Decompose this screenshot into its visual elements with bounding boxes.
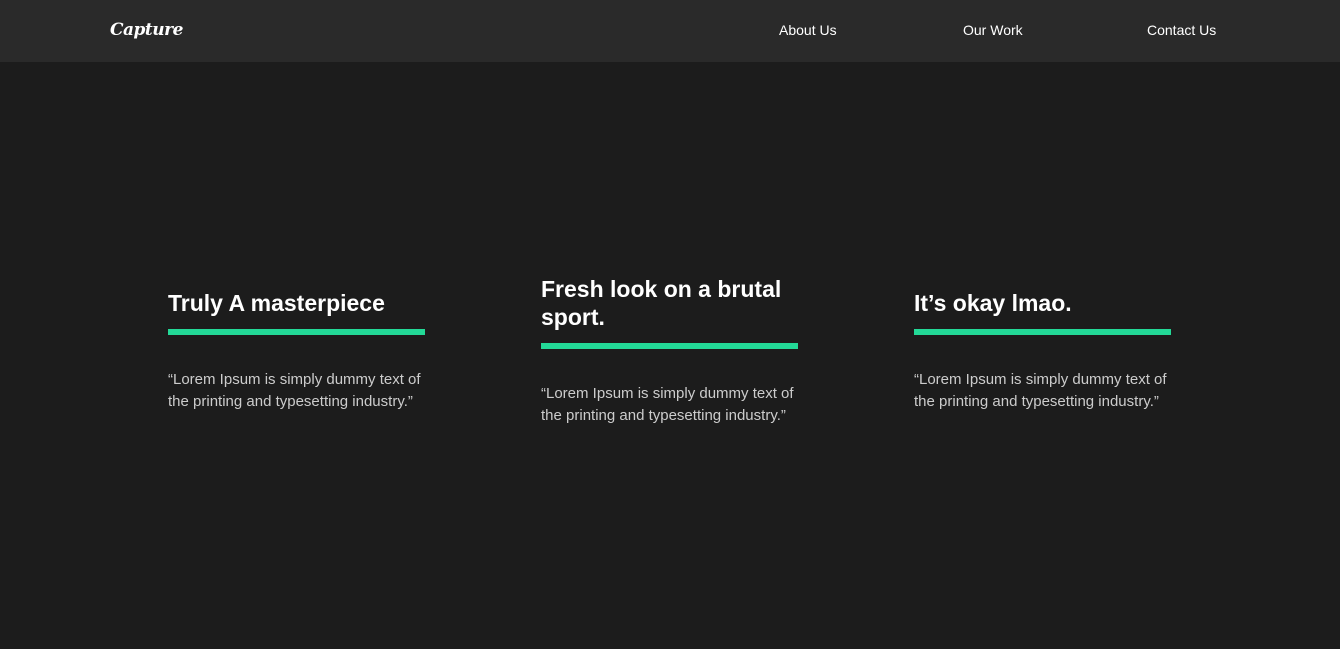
review-text: “Lorem Ipsum is simply dummy text of the… (541, 385, 794, 424)
review-card: It’s okay lmao. “Lorem Ipsum is simply d… (914, 289, 1171, 413)
nav-link-about-us[interactable]: About Us (779, 21, 837, 39)
review-title: It’s okay lmao. (914, 290, 1072, 316)
logo[interactable]: Capture (110, 19, 183, 41)
nav-link-our-work[interactable]: Our Work (963, 21, 1023, 39)
review-text: “Lorem Ipsum is simply dummy text of the… (914, 371, 1167, 410)
accent-underline (168, 329, 425, 335)
accent-underline (541, 343, 798, 349)
navbar: Capture About Us Our Work Contact Us (0, 0, 1340, 62)
nav-link-contact-us[interactable]: Contact Us (1147, 21, 1216, 39)
review-card: Truly A masterpiece “Lorem Ipsum is simp… (168, 289, 425, 413)
review-text: “Lorem Ipsum is simply dummy text of the… (168, 371, 421, 410)
review-card: Fresh look on a brutal sport. “Lorem Ips… (541, 275, 798, 427)
accent-underline (914, 329, 1171, 335)
review-title: Fresh look on a brutal sport. (541, 276, 782, 330)
review-title: Truly A masterpiece (168, 290, 385, 316)
